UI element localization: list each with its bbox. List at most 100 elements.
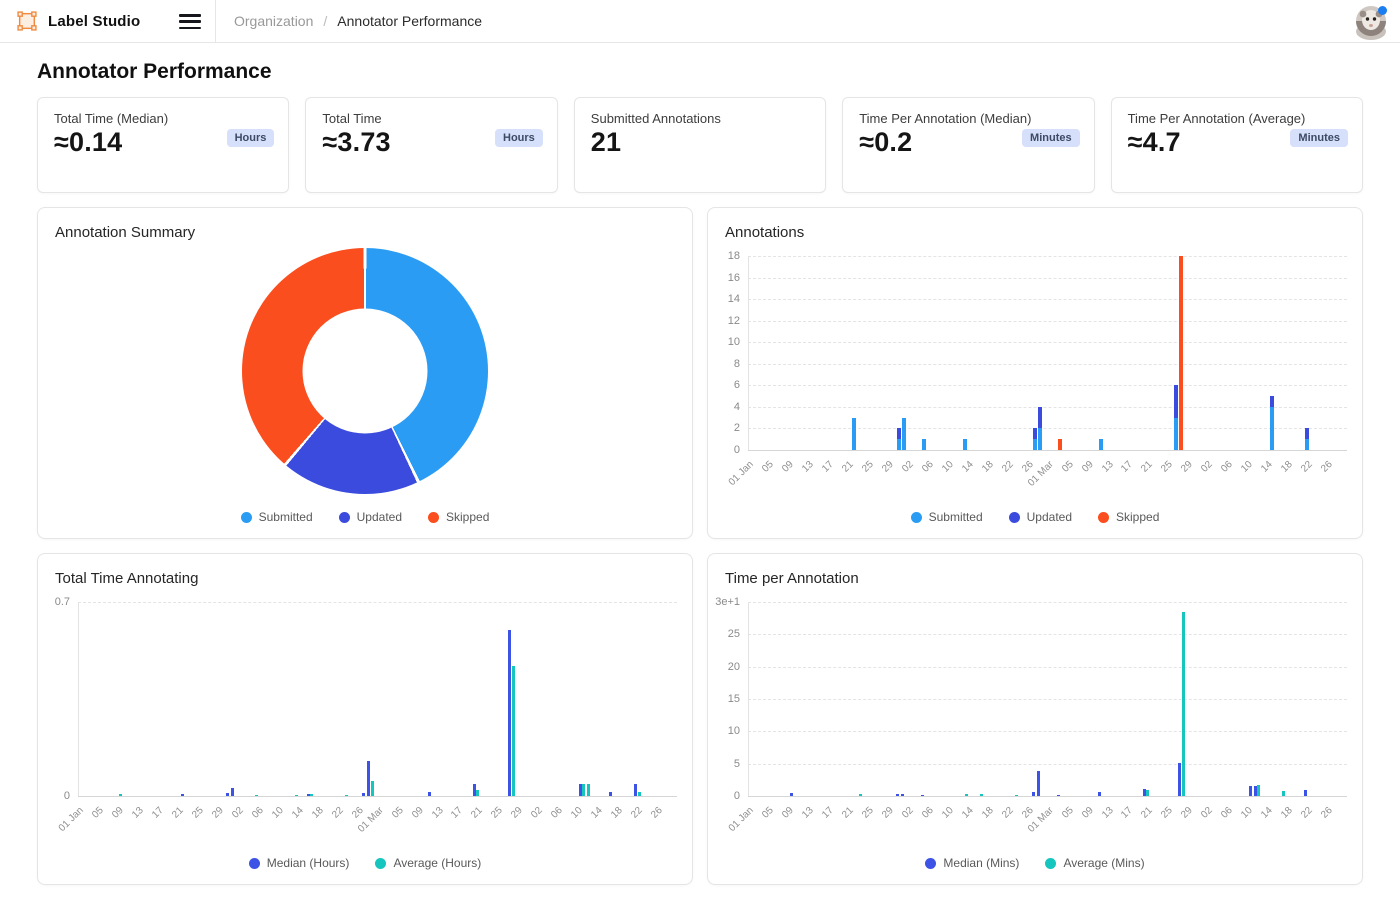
legend-dot-icon	[911, 512, 922, 523]
x-axis-tick-label: 18	[1279, 805, 1295, 821]
x-axis-tick-label: 22	[330, 805, 346, 821]
legend-label: Skipped	[1116, 510, 1159, 524]
stat-card-submitted-annotations: Submitted Annotations 21	[574, 97, 826, 193]
legend-label: Average (Mins)	[1063, 856, 1144, 870]
bar-updated	[1174, 385, 1178, 417]
x-axis-tick-label: 17	[1120, 459, 1136, 475]
bar-median-mins-	[901, 794, 904, 796]
bar-average-mins-	[965, 794, 968, 796]
x-axis-tick-label: 21	[840, 459, 856, 475]
gridline	[748, 731, 1347, 732]
x-axis-tick-label: 29	[880, 459, 896, 475]
stat-card-time-per-annotation-median: Time Per Annotation (Median) ≈0.2 Minute…	[842, 97, 1094, 193]
legend-label: Skipped	[446, 510, 489, 524]
bar-submitted	[902, 418, 906, 450]
bar-median-mins-	[896, 794, 899, 796]
legend-dot-icon	[1098, 512, 1109, 523]
gridline	[748, 278, 1347, 279]
gridline	[748, 321, 1347, 322]
x-axis-tick-label: 14	[1259, 459, 1275, 475]
legend-item-skipped[interactable]: Skipped	[428, 510, 489, 524]
y-axis-tick-label: 2	[734, 422, 740, 434]
y-axis-tick-label: 5	[734, 758, 740, 770]
legend-dot-icon	[339, 512, 350, 523]
x-axis-tick-label: 05	[760, 805, 776, 821]
y-axis-tick-label: 4	[734, 401, 740, 413]
x-axis-tick-label: 09	[410, 805, 426, 821]
x-axis-tick-label: 18	[310, 805, 326, 821]
bar-median-mins-	[1249, 786, 1252, 796]
x-axis-tick-label: 05	[760, 459, 776, 475]
bar-skipped	[1179, 256, 1183, 450]
x-axis-tick-label: 01 Jan	[57, 805, 86, 834]
legend-item-submitted[interactable]: Submitted	[911, 510, 983, 524]
x-axis-tick-label: 22	[1299, 459, 1315, 475]
bar-median-mins-	[1032, 792, 1035, 796]
bar-submitted	[1033, 439, 1037, 450]
gridline	[748, 602, 1347, 603]
legend-item-average-hours-[interactable]: Average (Hours)	[375, 856, 481, 870]
x-axis-tick-label: 09	[1080, 459, 1096, 475]
x-axis-tick-label: 10	[940, 805, 956, 821]
x-axis-tick-label: 26	[1319, 459, 1335, 475]
legend-item-updated[interactable]: Updated	[1009, 510, 1072, 524]
x-axis-tick-label: 01 Jan	[727, 459, 756, 488]
legend-dot-icon	[428, 512, 439, 523]
x-axis-tick-label: 13	[130, 805, 146, 821]
donut-ring	[242, 248, 488, 494]
y-axis-tick-label: 25	[728, 628, 740, 640]
x-axis-tick-label: 29	[210, 805, 226, 821]
bar-median-mins-	[1098, 792, 1101, 796]
x-axis-tick-label: 29	[1180, 805, 1196, 821]
legend-item-median-mins-[interactable]: Median (Mins)	[925, 856, 1019, 870]
legend-item-submitted[interactable]: Submitted	[241, 510, 313, 524]
x-axis-tick-label: 02	[530, 805, 546, 821]
stat-label: Total Time	[322, 111, 540, 126]
bar-submitted	[852, 418, 856, 450]
gridline	[748, 342, 1347, 343]
annotation-summary-card: Annotation Summary SubmittedUpdatedSkipp…	[37, 207, 693, 539]
y-axis-line	[78, 602, 79, 796]
bar-average-hours-	[512, 666, 515, 796]
bar-average-hours-	[371, 781, 374, 796]
legend-item-average-mins-[interactable]: Average (Mins)	[1045, 856, 1144, 870]
x-axis-tick-label: 14	[1259, 805, 1275, 821]
bar-average-mins-	[1257, 785, 1260, 796]
gridline	[748, 667, 1347, 668]
y-axis-tick-label: 10	[728, 336, 740, 348]
x-axis-tick-label: 17	[1120, 805, 1136, 821]
bar-median-hours-	[428, 792, 431, 796]
x-axis-tick-label: 22	[1000, 459, 1016, 475]
gridline	[78, 796, 677, 797]
user-avatar[interactable]	[1356, 6, 1386, 36]
stat-label: Total Time (Median)	[54, 111, 272, 126]
bar-updated	[1305, 428, 1309, 439]
x-axis-tick-label: 10	[940, 459, 956, 475]
x-axis-tick-label: 09	[1080, 805, 1096, 821]
bar-skipped	[1058, 439, 1062, 450]
y-axis-line	[748, 256, 749, 450]
x-axis-tick-label: 29	[1180, 459, 1196, 475]
notification-dot	[1378, 6, 1387, 15]
x-axis-tick-label: 06	[549, 805, 565, 821]
bar-average-hours-	[476, 790, 479, 796]
legend-label: Median (Hours)	[267, 856, 350, 870]
x-axis-tick-label: 21	[1140, 805, 1156, 821]
label-studio-logo-icon[interactable]	[16, 10, 38, 32]
y-axis-tick-label: 18	[728, 250, 740, 262]
x-axis-tick-label: 06	[920, 805, 936, 821]
menu-hamburger-icon[interactable]	[179, 13, 201, 29]
bar-median-mins-	[1304, 790, 1307, 796]
bar-submitted	[1099, 439, 1103, 450]
legend-item-updated[interactable]: Updated	[339, 510, 402, 524]
y-axis-tick-label: 3e+1	[715, 596, 740, 608]
x-axis-tick-label: 14	[960, 805, 976, 821]
legend-item-skipped[interactable]: Skipped	[1098, 510, 1159, 524]
unit-badge: Minutes	[1290, 129, 1348, 147]
breadcrumb-organization-link[interactable]: Organization	[234, 13, 313, 29]
gridline	[748, 428, 1347, 429]
legend-label: Submitted	[259, 510, 313, 524]
gridline	[748, 364, 1347, 365]
y-axis-tick-label: 12	[728, 315, 740, 327]
legend-item-median-hours-[interactable]: Median (Hours)	[249, 856, 350, 870]
